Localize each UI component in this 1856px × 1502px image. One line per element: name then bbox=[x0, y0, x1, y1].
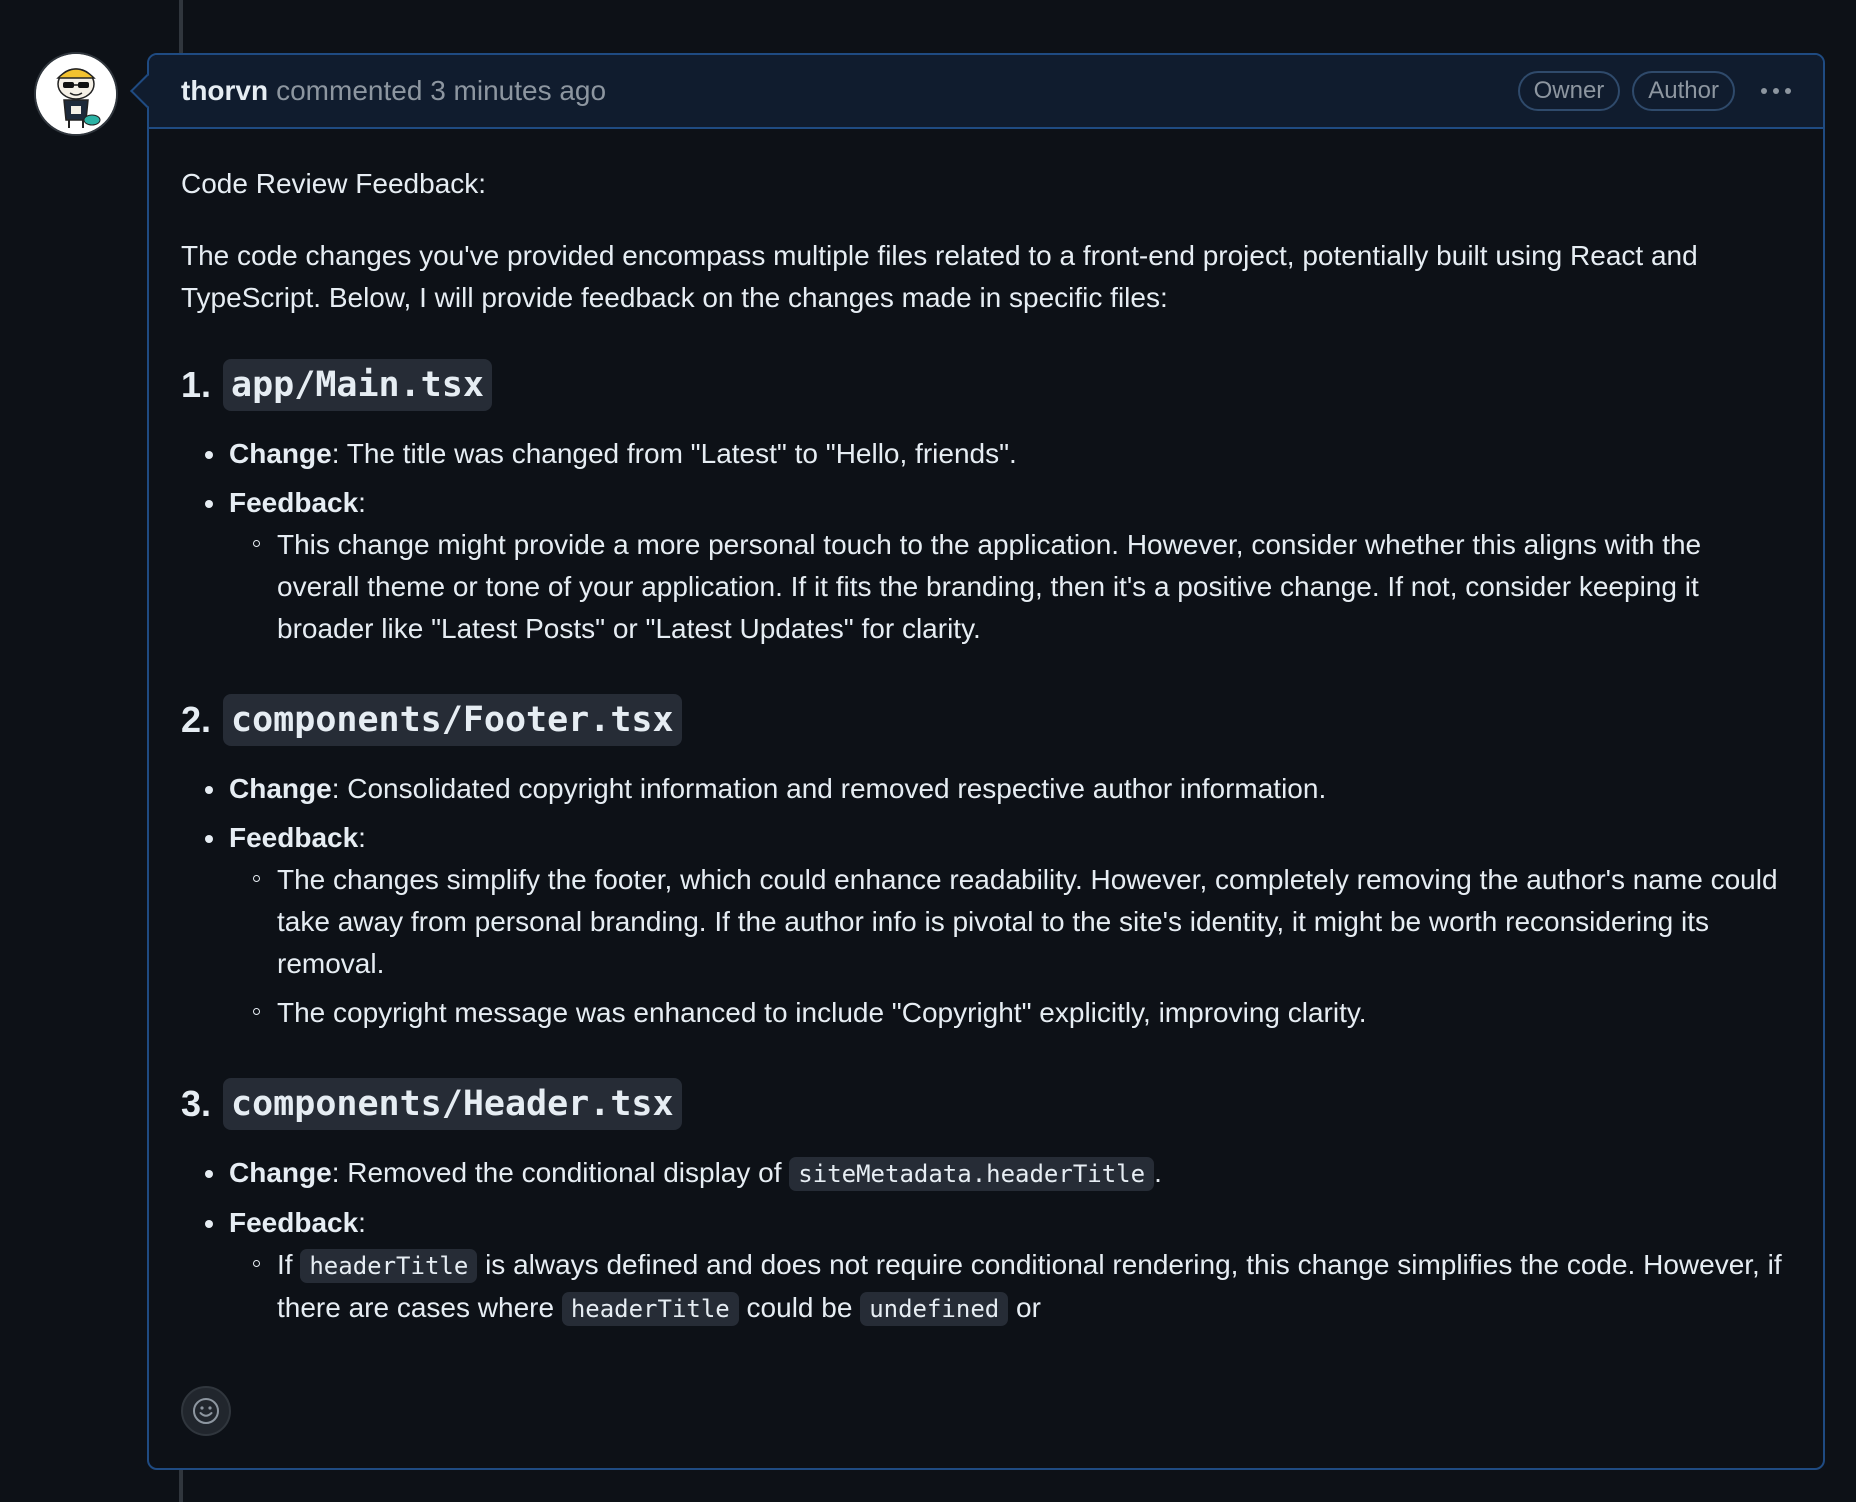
feedback-sublist: This change might provide a more persona… bbox=[229, 524, 1791, 650]
sub-list-item: The changes simplify the footer, which c… bbox=[253, 859, 1791, 985]
comment-action: commented bbox=[276, 75, 423, 106]
file-name-code: app/Main.tsx bbox=[223, 359, 492, 411]
list-item: Feedback: The changes simplify the foote… bbox=[205, 817, 1791, 1034]
list-item: Change: Consolidated copyright informati… bbox=[205, 768, 1791, 810]
section-heading-2: 2. components/Footer.tsx bbox=[181, 694, 1791, 746]
sub-list-item: The copyright message was enhanced to in… bbox=[253, 992, 1791, 1034]
list-item: Change: The title was changed from "Late… bbox=[205, 433, 1791, 475]
smiley-icon bbox=[193, 1398, 219, 1424]
kebab-horizontal-icon[interactable] bbox=[1761, 71, 1791, 111]
comment-box: thorvn commented 3 minutes ago Owner Aut… bbox=[130, 53, 1825, 1470]
inline-code: siteMetadata.headerTitle bbox=[789, 1157, 1155, 1191]
avatar[interactable] bbox=[34, 52, 118, 136]
owner-badge: Owner bbox=[1517, 71, 1621, 111]
comment-title: Code Review Feedback: bbox=[181, 168, 487, 199]
avatar-cartoon-icon bbox=[36, 54, 116, 134]
inline-code: headerTitle bbox=[561, 1292, 739, 1326]
author-link[interactable]: thorvn bbox=[181, 75, 268, 107]
author-badge: Author bbox=[1632, 71, 1735, 111]
section-heading-3: 3. components/Header.tsx bbox=[181, 1078, 1791, 1130]
section-3-list: Change: Removed the conditional display … bbox=[181, 1152, 1791, 1330]
sub-list-item: If headerTitle is always defined and doe… bbox=[253, 1244, 1791, 1330]
feedback-sublist: The changes simplify the footer, which c… bbox=[229, 859, 1791, 1034]
list-item: Feedback: This change might provide a mo… bbox=[205, 482, 1791, 650]
comment-timestamp[interactable]: 3 minutes ago bbox=[430, 75, 606, 107]
section-2-list: Change: Consolidated copyright informati… bbox=[181, 768, 1791, 1034]
file-name-code: components/Header.tsx bbox=[223, 1078, 682, 1130]
comment-body: Code Review Feedback: The code changes y… bbox=[149, 129, 1823, 1330]
add-reaction-button[interactable] bbox=[181, 1386, 231, 1436]
section-1-list: Change: The title was changed from "Late… bbox=[181, 433, 1791, 650]
comment-header: thorvn commented 3 minutes ago Owner Aut… bbox=[149, 55, 1823, 129]
header-actions: Owner Author bbox=[1517, 71, 1791, 111]
sub-list-item: This change might provide a more persona… bbox=[253, 524, 1791, 650]
feedback-sublist: If headerTitle is always defined and doe… bbox=[229, 1244, 1791, 1330]
list-item: Feedback: If headerTitle is always defin… bbox=[205, 1202, 1791, 1330]
comment-intro: The code changes you've provided encompa… bbox=[181, 240, 1698, 313]
inline-code: undefined bbox=[860, 1292, 1009, 1326]
file-name-code: components/Footer.tsx bbox=[223, 694, 682, 746]
list-item: Change: Removed the conditional display … bbox=[205, 1152, 1791, 1195]
inline-code: headerTitle bbox=[300, 1249, 478, 1283]
section-heading-1: 1. app/Main.tsx bbox=[181, 359, 1791, 411]
